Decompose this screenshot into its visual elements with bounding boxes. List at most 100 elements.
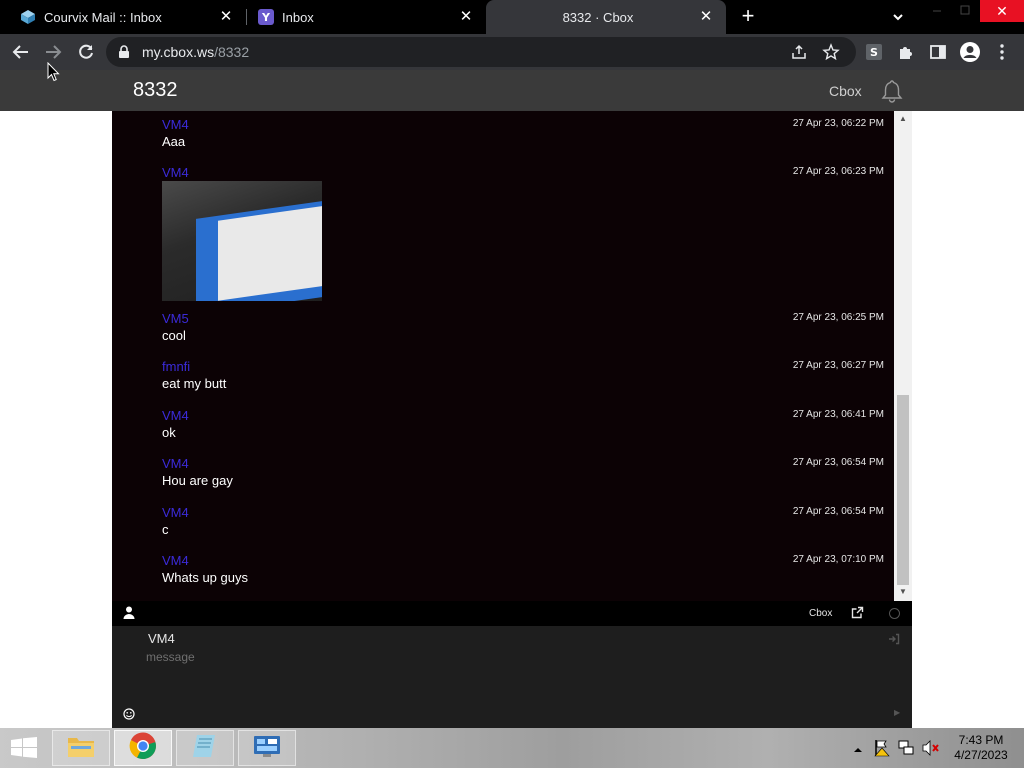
action-center-flag-icon[interactable] xyxy=(874,739,890,762)
network-icon[interactable] xyxy=(898,740,914,761)
message-image[interactable] xyxy=(162,181,322,301)
site-header: 8332 Cbox xyxy=(0,70,1024,111)
status-circle-icon[interactable] xyxy=(889,608,900,619)
message-text: Whats up guys xyxy=(162,570,248,585)
windows-taskbar: 7:43 PM 4/27/2023 xyxy=(0,728,1024,768)
sign-in-icon[interactable] xyxy=(888,632,900,650)
tab-cbox[interactable]: 8332 · Cbox ✕ xyxy=(486,0,726,34)
bell-icon[interactable] xyxy=(879,79,905,108)
message-timestamp: 27 Apr 23, 06:25 PM xyxy=(792,312,884,323)
chat-message: VM4 27 Apr 23, 06:23 PM xyxy=(162,165,884,305)
message-author[interactable]: VM4 xyxy=(162,165,189,180)
message-text: Hou are gay xyxy=(162,473,233,488)
message-author[interactable]: fmnfi xyxy=(162,359,190,374)
message-input[interactable] xyxy=(146,650,866,706)
extension-s-icon[interactable]: S xyxy=(862,40,886,64)
message-author[interactable]: VM4 xyxy=(162,408,189,423)
chat-message: VM4 27 Apr 23, 06:54 PM c xyxy=(162,505,884,537)
maximize-button[interactable] xyxy=(950,0,980,22)
scroll-up-arrow-icon[interactable]: ▲ xyxy=(894,114,912,126)
reload-button[interactable] xyxy=(74,40,98,64)
control-panel-icon xyxy=(252,733,282,764)
message-timestamp: 27 Apr 23, 06:23 PM xyxy=(792,166,884,177)
send-arrow-icon[interactable]: ▶ xyxy=(894,708,900,717)
tab-title: Courvix Mail :: Inbox xyxy=(44,9,162,25)
mouse-cursor-icon xyxy=(47,61,61,87)
chat-message: VM4 27 Apr 23, 07:10 PM Whats up guys xyxy=(162,553,884,585)
url-path: /8332 xyxy=(214,44,250,60)
tab-courvix-mail[interactable]: Courvix Mail :: Inbox ✕ xyxy=(0,0,246,34)
scroll-down-arrow-icon[interactable]: ▼ xyxy=(894,587,912,599)
message-author[interactable]: VM4 xyxy=(162,505,189,520)
share-icon[interactable] xyxy=(790,43,808,66)
url-text[interactable]: my.cbox.ws/8332 xyxy=(142,44,249,60)
file-explorer-taskbar-button[interactable] xyxy=(52,730,110,766)
browser-toolbar: my.cbox.ws/8332 S xyxy=(0,34,1024,70)
courvix-icon xyxy=(20,9,36,25)
chat-message: VM4 27 Apr 23, 06:54 PM Hou are gay xyxy=(162,456,884,488)
minimize-button[interactable] xyxy=(922,0,952,22)
svg-text:S: S xyxy=(870,46,878,59)
tab-search-chevron-icon[interactable] xyxy=(888,7,908,27)
message-timestamp: 27 Apr 23, 07:10 PM xyxy=(792,554,884,565)
chat-message-list[interactable]: VM4 27 Apr 23, 06:22 PM Aaa VM4 27 Apr 2… xyxy=(112,111,912,601)
window-close-button[interactable]: ✕ xyxy=(980,0,1024,22)
chrome-icon xyxy=(129,731,157,765)
clock-date: 4/27/2023 xyxy=(954,748,1008,762)
emoji-smiley-icon[interactable] xyxy=(123,707,135,725)
tab-inbox[interactable]: Y Inbox ✕ xyxy=(238,0,486,34)
close-icon[interactable]: ✕ xyxy=(218,9,234,25)
notepad-taskbar-button[interactable] xyxy=(176,730,234,766)
windows-start-icon[interactable] xyxy=(10,737,38,759)
chrome-taskbar-button[interactable] xyxy=(114,730,172,766)
back-button[interactable] xyxy=(9,40,33,64)
lock-icon[interactable] xyxy=(118,45,130,64)
bookmark-star-icon[interactable] xyxy=(822,43,840,66)
chat-message: fmnfi 27 Apr 23, 06:27 PM eat my butt xyxy=(162,359,884,391)
message-text: Aaa xyxy=(162,134,186,149)
popout-external-link-icon[interactable] xyxy=(851,606,864,624)
message-author[interactable]: VM4 xyxy=(162,456,189,471)
side-panel-icon[interactable] xyxy=(926,40,950,64)
address-bar[interactable]: my.cbox.ws/8332 xyxy=(106,37,856,67)
message-author[interactable]: VM4 xyxy=(162,117,189,132)
message-timestamp: 27 Apr 23, 06:41 PM xyxy=(792,409,884,420)
chat-toolbar: Cbox xyxy=(112,601,912,626)
browser-tab-strip: Courvix Mail :: Inbox ✕ Y Inbox ✕ 8332 ·… xyxy=(0,0,1024,34)
message-text: eat my butt xyxy=(162,376,227,391)
profile-avatar-icon[interactable] xyxy=(958,40,982,64)
message-author[interactable]: VM5 xyxy=(162,311,189,326)
volume-muted-icon[interactable] xyxy=(922,740,940,761)
forward-button[interactable] xyxy=(41,40,65,64)
image-window-shape xyxy=(218,205,322,301)
control-panel-taskbar-button[interactable] xyxy=(238,730,296,766)
message-timestamp: 27 Apr 23, 06:22 PM xyxy=(792,118,884,129)
chat-message: VM4 27 Apr 23, 06:22 PM Aaa xyxy=(162,117,884,149)
message-author[interactable]: VM4 xyxy=(162,553,189,568)
browser-menu-icon[interactable] xyxy=(990,40,1014,64)
taskbar-clock[interactable]: 7:43 PM 4/27/2023 xyxy=(950,733,1012,763)
message-timestamp: 27 Apr 23, 06:27 PM xyxy=(792,360,884,371)
message-text: cool xyxy=(162,328,186,343)
chat-scrollbar[interactable]: ▲ ▼ xyxy=(894,111,912,601)
cbox-link[interactable]: Cbox xyxy=(829,83,862,99)
message-text: ok xyxy=(162,425,176,440)
clock-time: 7:43 PM xyxy=(958,733,1004,747)
close-icon[interactable]: ✕ xyxy=(458,9,474,25)
url-host: my.cbox.ws xyxy=(142,44,215,60)
close-icon[interactable]: ✕ xyxy=(698,9,714,25)
new-tab-button[interactable]: + xyxy=(736,5,760,29)
composer-username[interactable]: VM4 xyxy=(148,631,175,646)
tab-title: 8332 · Cbox xyxy=(562,9,634,25)
message-timestamp: 27 Apr 23, 06:54 PM xyxy=(792,506,884,517)
show-hidden-icons-icon[interactable] xyxy=(853,742,863,760)
extensions-puzzle-icon[interactable] xyxy=(894,40,918,64)
svg-text:Y: Y xyxy=(261,11,271,24)
user-icon[interactable] xyxy=(123,606,135,624)
tab-title: Inbox xyxy=(282,9,314,25)
scrollbar-thumb[interactable] xyxy=(897,395,909,585)
cbox-brand-link[interactable]: Cbox xyxy=(809,608,832,619)
chat-message: VM5 27 Apr 23, 06:25 PM cool xyxy=(162,311,884,343)
chat-message: VM4 27 Apr 23, 06:41 PM ok xyxy=(162,408,884,440)
yahoo-icon: Y xyxy=(258,9,274,25)
